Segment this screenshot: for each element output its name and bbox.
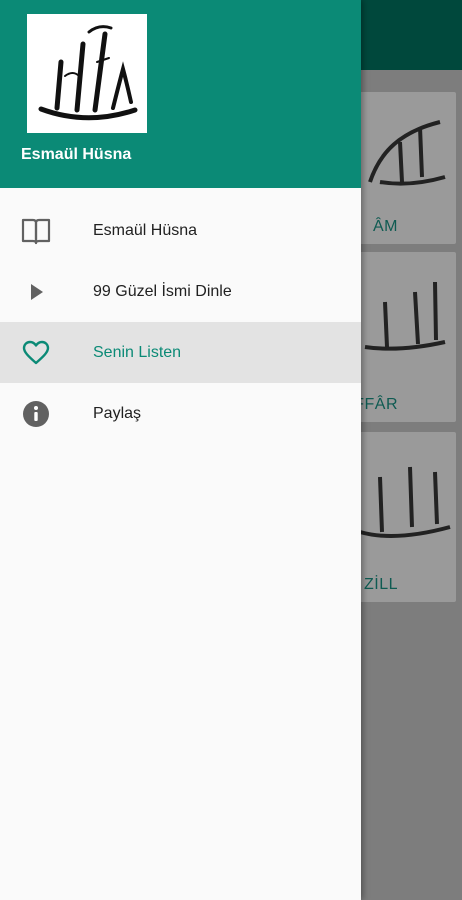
- menu-item-your-list[interactable]: Senin Listen: [0, 322, 361, 383]
- navigation-drawer: Esmaül Hüsna Esmaül Hüsna 99 Güzel İsmi …: [0, 0, 361, 900]
- allah-calligraphy-logo: [27, 14, 147, 133]
- info-icon: [20, 398, 52, 430]
- menu-item-label: Senin Listen: [93, 343, 182, 361]
- drawer-header-title: Esmaül Hüsna: [21, 146, 132, 163]
- menu-item-label: 99 Güzel İsmi Dinle: [93, 282, 232, 300]
- menu-item-share[interactable]: Paylaş: [0, 383, 361, 444]
- menu-item-listen[interactable]: 99 Güzel İsmi Dinle: [0, 261, 361, 322]
- menu-item-esmaul-husna[interactable]: Esmaül Hüsna: [0, 200, 361, 261]
- name-transliteration: ZİLL: [363, 576, 398, 593]
- drawer-header: Esmaül Hüsna: [0, 0, 361, 188]
- name-transliteration: ÂM: [373, 218, 398, 235]
- heart-outline-icon: [20, 337, 52, 369]
- menu-item-label: Esmaül Hüsna: [93, 221, 198, 239]
- drawer-menu: Esmaül Hüsna 99 Güzel İsmi Dinle Senin L…: [0, 200, 361, 444]
- menu-item-label: Paylaş: [93, 404, 142, 422]
- book-open-icon: [20, 215, 52, 247]
- play-icon: [20, 276, 52, 308]
